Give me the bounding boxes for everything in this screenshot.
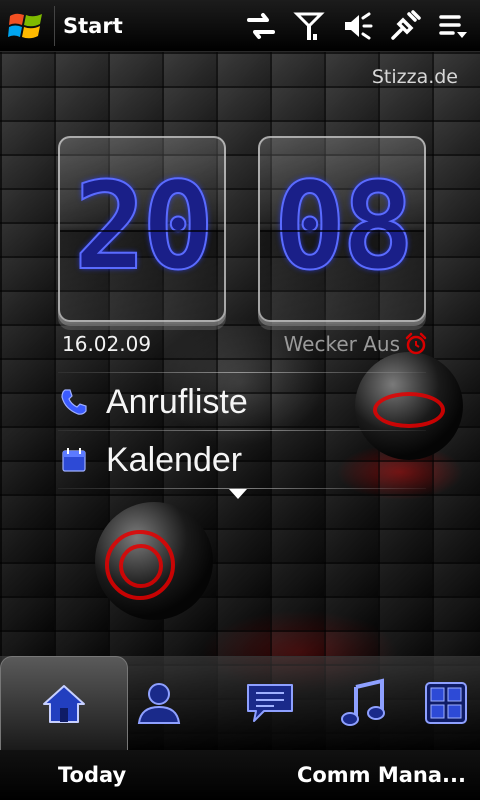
right-softkey[interactable]: Comm Mana...: [297, 763, 466, 787]
calendar-icon: [56, 442, 92, 478]
status-icons: [244, 9, 480, 43]
data-transfer-icon[interactable]: [244, 9, 278, 43]
clock-hours: 20: [73, 157, 216, 298]
softkey-bar: Today Comm Mana...: [0, 750, 480, 800]
tab-messages[interactable]: [220, 656, 320, 750]
person-icon: [137, 683, 181, 724]
start-title: Start: [63, 13, 123, 38]
message-icon: [247, 684, 293, 722]
clock-minutes: 08: [273, 157, 416, 298]
list-item-anrufliste[interactable]: Anrufliste: [56, 374, 426, 430]
list-item-label: Kalender: [106, 440, 243, 479]
apps-grid-icon: [425, 682, 467, 724]
alarm-clock-icon: [405, 332, 427, 355]
music-note-icon: [341, 678, 385, 726]
sphere-ring: [119, 544, 163, 588]
menu-icon[interactable]: [436, 9, 470, 43]
date-label[interactable]: 16.02.09: [62, 332, 151, 356]
windows-logo-icon: [8, 13, 42, 38]
divider: [58, 430, 426, 431]
divider: [58, 372, 426, 373]
start-divider: [54, 5, 55, 46]
clock-minutes-card[interactable]: 08: [258, 136, 426, 322]
tab-strip: [0, 656, 480, 750]
tab-people[interactable]: [132, 656, 186, 750]
signal-icon[interactable]: [292, 9, 326, 43]
phone-icon: [56, 384, 92, 420]
watermark-text: Stizza.de: [371, 66, 458, 88]
left-softkey[interactable]: Today: [58, 763, 126, 787]
tab-home[interactable]: [0, 656, 128, 750]
speaker-icon[interactable]: [340, 9, 374, 43]
tab-music[interactable]: [334, 656, 394, 750]
home-icon: [43, 684, 85, 723]
tab-programs[interactable]: [416, 656, 476, 750]
chevron-down-icon[interactable]: [228, 488, 248, 500]
status-bar: Start: [0, 0, 480, 52]
clock-hours-card[interactable]: 20: [58, 136, 226, 322]
start-button[interactable]: Start: [0, 0, 123, 52]
list-item-label: Anrufliste: [106, 382, 248, 421]
power-plug-icon[interactable]: [388, 9, 422, 43]
alarm-label: Wecker Aus: [283, 332, 400, 356]
alarm-status[interactable]: Wecker Aus: [284, 332, 428, 356]
red-sphere-left: [95, 502, 213, 620]
list-item-kalender[interactable]: Kalender: [56, 432, 426, 488]
